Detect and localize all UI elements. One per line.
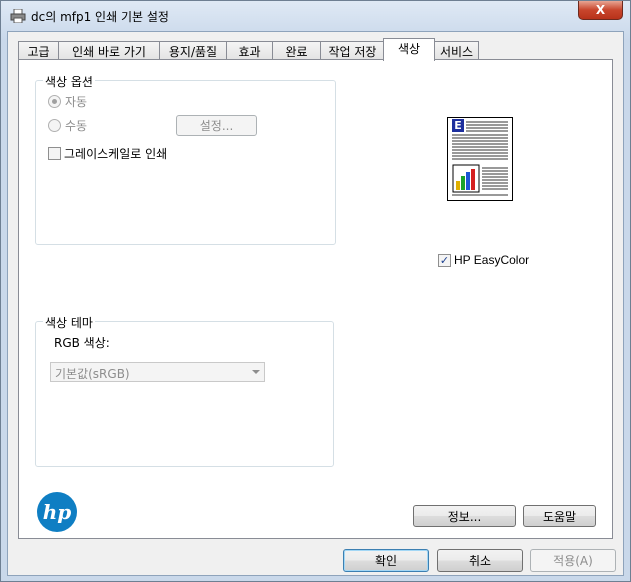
color-theme-group: 색상 테마 RGB 색상: 기본값(sRGB) [35, 314, 334, 467]
hp-logo: hp [37, 492, 77, 532]
dialog-window: dc의 mfp1 인쇄 기본 설정 X 고급 인쇄 바로 가기 용지/품질 효과… [0, 0, 631, 582]
cancel-button[interactable]: 취소 [437, 549, 523, 572]
color-options-group: 색상 옵션 자동 수동 설정... 그레이스케일로 인쇄 [35, 73, 336, 245]
auto-radio[interactable]: 자동 [48, 93, 87, 110]
manual-label: 수동 [65, 119, 88, 133]
chevron-down-icon [252, 370, 260, 374]
preview-graphic [452, 121, 508, 196]
checkbox-checked-box: ✓ [438, 253, 451, 267]
tab-finishing[interactable]: 완료 [272, 41, 321, 60]
tab-strip: 고급 인쇄 바로 가기 용지/품질 효과 완료 작업 저장 색상 서비스 [18, 38, 618, 61]
tab-job-storage[interactable]: 작업 저장 [320, 41, 385, 60]
tab-effects[interactable]: 효과 [226, 41, 273, 60]
ok-button[interactable]: 확인 [343, 549, 429, 572]
grayscale-checkbox[interactable]: 그레이스케일로 인쇄 [48, 145, 167, 162]
rgb-color-select[interactable]: 기본값(sRGB) [50, 362, 265, 382]
close-button[interactable]: X [578, 1, 623, 20]
apply-button[interactable]: 적용(A) [530, 549, 616, 572]
manual-radio[interactable]: 수동 [48, 117, 87, 134]
tab-paper-quality[interactable]: 용지/품질 [159, 41, 227, 60]
color-theme-title: 색상 테마 [43, 314, 95, 331]
printer-icon [10, 9, 26, 23]
rgb-color-label: RGB 색상: [54, 336, 110, 350]
color-options-title: 색상 옵션 [43, 73, 95, 90]
easycolor-checkbox[interactable]: ✓ HP EasyColor [438, 253, 529, 267]
easycolor-label: HP EasyColor [454, 253, 530, 267]
tab-advanced[interactable]: 고급 [18, 41, 59, 60]
tab-printing-shortcuts[interactable]: 인쇄 바로 가기 [58, 41, 160, 60]
tab-color[interactable]: 색상 [383, 38, 435, 61]
radio-dot [48, 119, 61, 132]
tab-services[interactable]: 서비스 [434, 41, 479, 60]
title-bar[interactable]: dc의 mfp1 인쇄 기본 설정 X [1, 1, 630, 31]
help-button[interactable]: 도움말 [523, 505, 596, 527]
window-title: dc의 mfp1 인쇄 기본 설정 [31, 10, 169, 24]
rgb-color-value: 기본값(sRGB) [55, 367, 130, 381]
document-preview: E [447, 117, 513, 201]
color-tab-panel: 색상 옵션 자동 수동 설정... 그레이스케일로 인쇄 E ✓ HP Easy… [18, 59, 613, 539]
radio-dot [48, 95, 61, 108]
about-button[interactable]: 정보... [413, 505, 516, 527]
dialog-client: 고급 인쇄 바로 가기 용지/품질 효과 완료 작업 저장 색상 서비스 색상 … [7, 31, 624, 576]
settings-button[interactable]: 설정... [176, 115, 257, 136]
auto-label: 자동 [65, 95, 88, 109]
grayscale-label: 그레이스케일로 인쇄 [64, 147, 168, 161]
checkbox-box [48, 147, 61, 160]
